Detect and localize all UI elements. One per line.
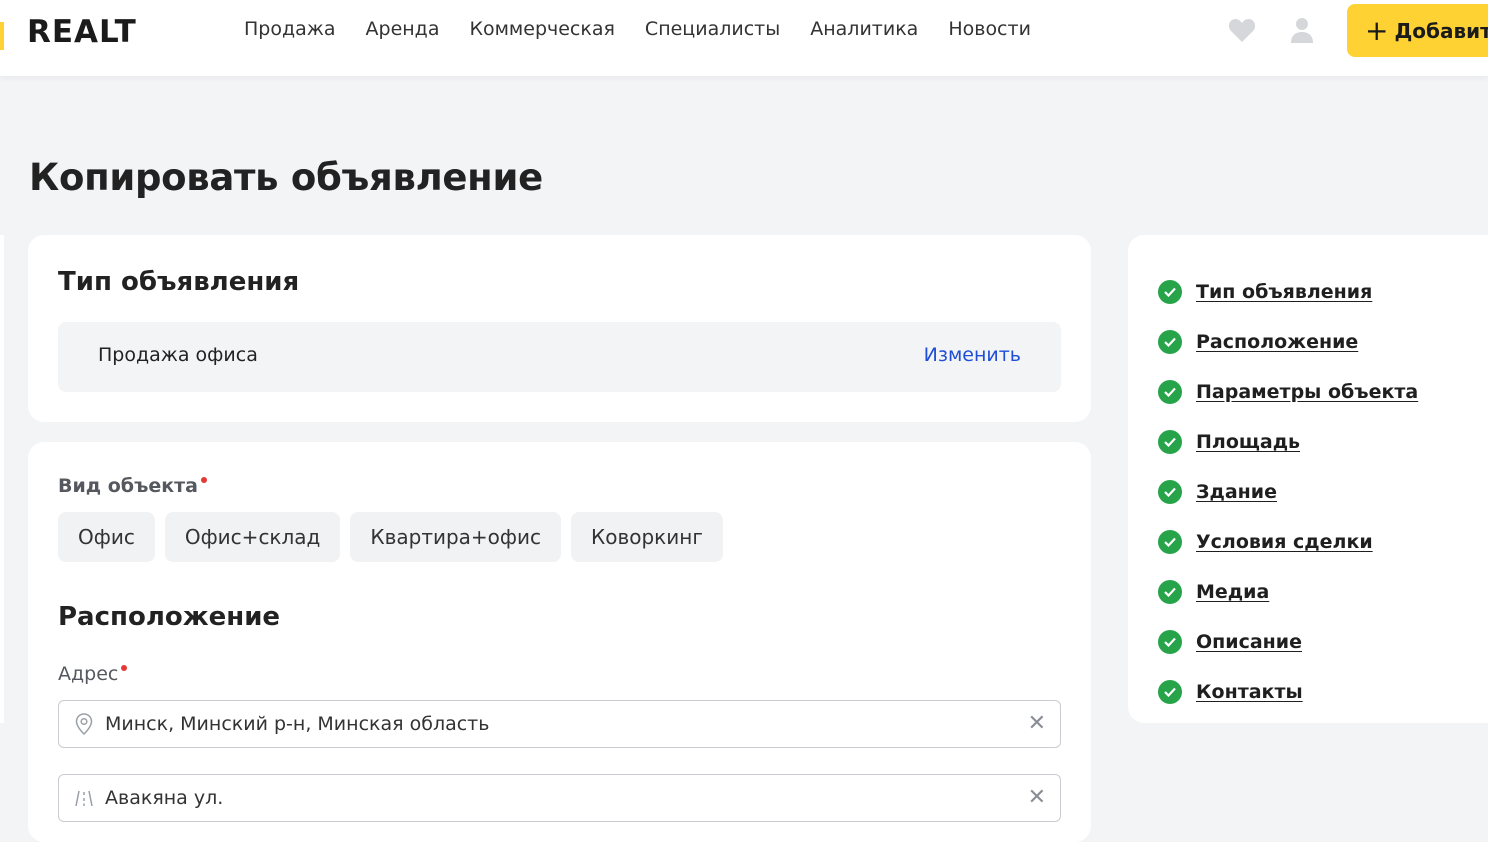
progress-item-label: Здание <box>1196 481 1277 503</box>
change-type-link[interactable]: Изменить <box>924 344 1021 366</box>
check-icon <box>1158 380 1182 404</box>
check-icon <box>1158 330 1182 354</box>
option-coworking[interactable]: Коворкинг <box>571 512 723 562</box>
location-title: Расположение <box>58 602 281 632</box>
edge-accent <box>0 22 4 50</box>
progress-item-label: Медиа <box>1196 581 1270 603</box>
clear-street-icon[interactable]: ✕ <box>1028 785 1046 810</box>
required-marker <box>200 477 207 483</box>
check-icon <box>1158 280 1182 304</box>
option-apartment-office[interactable]: Квартира+офис <box>350 512 562 562</box>
progress-item-label: Описание <box>1196 631 1303 653</box>
check-icon <box>1158 430 1182 454</box>
user-icon[interactable] <box>1290 16 1314 44</box>
nav-item-specialists[interactable]: Специалисты <box>645 17 780 41</box>
plus-icon: + <box>1365 13 1389 47</box>
header: REALT Продажа Аренда Коммерческая Специа… <box>0 0 1488 76</box>
listing-type-title: Тип объявления <box>58 267 300 297</box>
progress-item-label: Расположение <box>1196 331 1359 353</box>
street-value: Авакяна ул. <box>105 787 224 809</box>
progress-item-listing-type[interactable]: Тип объявления <box>1158 267 1418 317</box>
check-icon <box>1158 580 1182 604</box>
form-progress-list: Тип объявления Расположение Параметры об… <box>1158 267 1418 717</box>
left-edge-panel <box>0 235 4 723</box>
progress-item-area[interactable]: Площадь <box>1158 417 1418 467</box>
nav-item-sale[interactable]: Продажа <box>244 17 336 41</box>
location-pin-icon <box>75 713 93 735</box>
logo[interactable]: REALT <box>27 14 137 50</box>
road-icon <box>75 790 93 807</box>
progress-item-label: Условия сделки <box>1196 531 1373 553</box>
listing-type-card: Тип объявления Продажа офиса Изменить <box>28 235 1091 422</box>
progress-item-label: Контакты <box>1196 681 1303 703</box>
progress-item-media[interactable]: Медиа <box>1158 567 1418 617</box>
listing-type-value: Продажа офиса <box>98 344 258 366</box>
form-progress-card: Тип объявления Расположение Параметры об… <box>1128 235 1488 723</box>
address-value: Минск, Минский р-н, Минская область <box>105 713 490 735</box>
progress-item-location[interactable]: Расположение <box>1158 317 1418 367</box>
main-nav: Продажа Аренда Коммерческая Специалисты … <box>244 17 1061 41</box>
option-office[interactable]: Офис <box>58 512 155 562</box>
listing-type-box: Продажа офиса Изменить <box>58 322 1061 392</box>
address-label: Адрес <box>58 663 128 685</box>
option-office-warehouse[interactable]: Офис+склад <box>164 512 341 562</box>
nav-item-commercial[interactable]: Коммерческая <box>469 17 614 41</box>
check-icon <box>1158 480 1182 504</box>
progress-item-object-params[interactable]: Параметры объекта <box>1158 367 1418 417</box>
clear-address-icon[interactable]: ✕ <box>1028 711 1046 736</box>
progress-item-building[interactable]: Здание <box>1158 467 1418 517</box>
check-icon <box>1158 630 1182 654</box>
check-icon <box>1158 680 1182 704</box>
page-title: Копировать объявление <box>29 156 543 199</box>
object-kind-label: Вид объекта <box>58 475 207 497</box>
progress-item-label: Тип объявления <box>1196 281 1373 303</box>
progress-item-deal-terms[interactable]: Условия сделки <box>1158 517 1418 567</box>
heart-icon[interactable] <box>1228 17 1256 43</box>
nav-item-analytics[interactable]: Аналитика <box>810 17 918 41</box>
add-listing-label: Добавить <box>1394 18 1488 43</box>
object-kind-options: Офис Офис+склад Квартира+офис Коворкинг <box>58 512 733 562</box>
progress-item-label: Площадь <box>1196 431 1301 453</box>
progress-item-contacts[interactable]: Контакты <box>1158 667 1418 717</box>
nav-item-rent[interactable]: Аренда <box>366 17 440 41</box>
progress-item-label: Параметры объекта <box>1196 381 1419 403</box>
listing-form-card: Вид объекта Офис Офис+склад Квартира+офи… <box>28 442 1091 842</box>
check-icon <box>1158 530 1182 554</box>
address-field[interactable]: Минск, Минский р-н, Минская область ✕ <box>58 700 1061 748</box>
nav-item-news[interactable]: Новости <box>948 17 1031 41</box>
add-listing-button[interactable]: + Добавить <box>1347 4 1488 57</box>
progress-item-description[interactable]: Описание <box>1158 617 1418 667</box>
required-marker <box>121 665 128 671</box>
